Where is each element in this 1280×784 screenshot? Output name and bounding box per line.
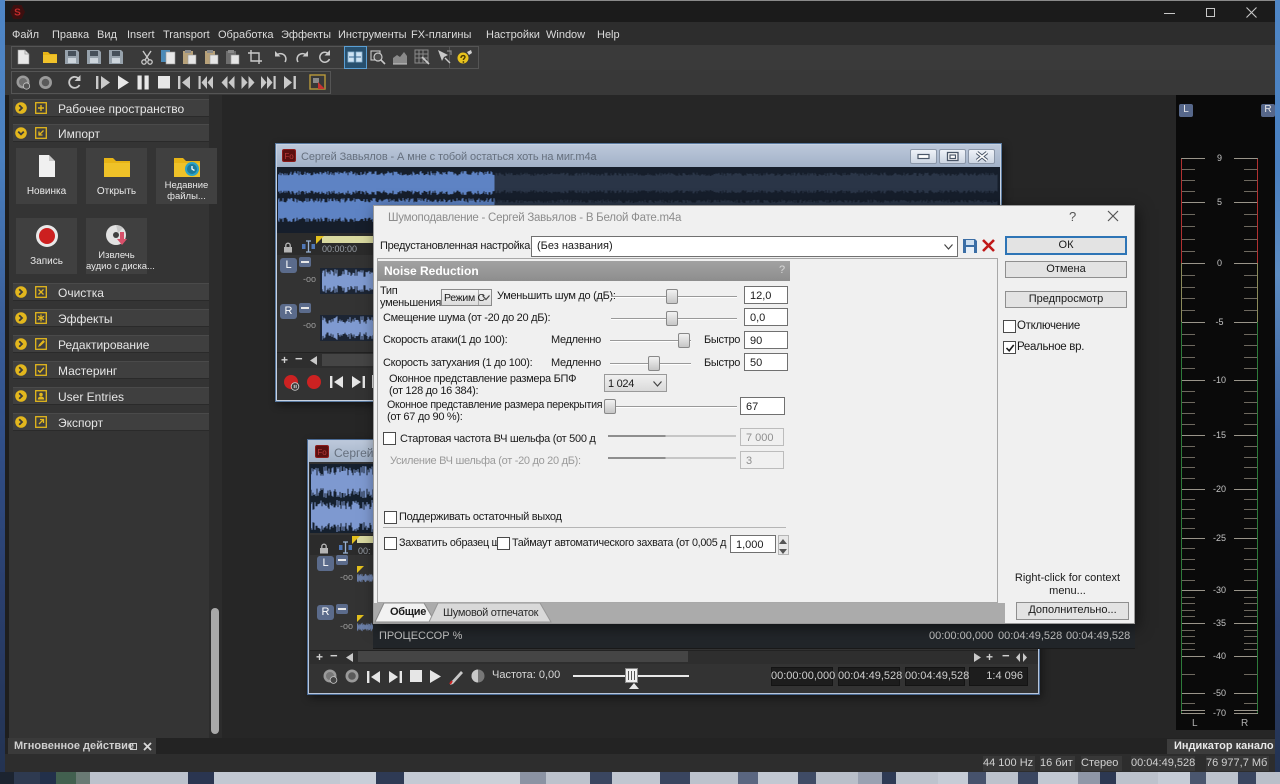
svg-text:Fo: Fo (317, 448, 327, 457)
svg-text:Fo: Fo (284, 152, 294, 161)
svg-text:S: S (14, 8, 21, 19)
